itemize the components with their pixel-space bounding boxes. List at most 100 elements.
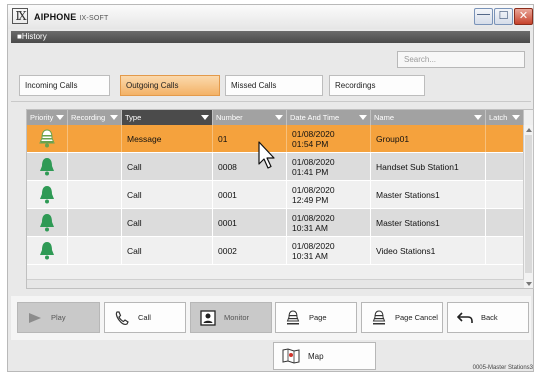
bell-icon xyxy=(40,241,54,259)
date-time-cell: 01/08/2020 12:49 PM xyxy=(287,181,371,208)
priority-cell xyxy=(27,209,68,236)
table-row[interactable]: Call 0001 01/08/2020 12:49 PM Master Sta… xyxy=(27,181,524,209)
station-label: 0005-Master Stations3 xyxy=(472,365,533,371)
tab-recordings[interactable]: Recordings xyxy=(329,75,425,96)
name-cell: Video Stations1 xyxy=(371,237,486,264)
latch-cell xyxy=(486,153,524,180)
date-text: 01/08/2020 xyxy=(292,184,335,195)
number-cell: 0001 xyxy=(213,181,287,208)
recording-cell xyxy=(68,209,122,236)
page-bell-icon xyxy=(284,309,302,326)
column-type[interactable]: Type xyxy=(122,110,213,125)
scroll-up-icon[interactable] xyxy=(526,128,532,132)
name-cell: Handset Sub Station1 xyxy=(371,153,486,180)
type-cell: Call xyxy=(122,209,213,236)
sort-arrow-icon xyxy=(110,115,118,120)
bell-icon xyxy=(40,157,54,175)
page-cancel-icon xyxy=(370,309,388,326)
sort-arrow-icon xyxy=(275,115,283,120)
tab-divider xyxy=(11,101,531,102)
latch-cell xyxy=(486,181,524,208)
horizontal-scrollbar[interactable] xyxy=(27,279,524,288)
type-cell: Call xyxy=(122,237,213,264)
date-text: 01/08/2020 xyxy=(292,212,335,223)
bell-icon xyxy=(40,185,54,203)
table-header: Priority Recording Type Number Date And … xyxy=(27,110,524,125)
sort-arrow-icon xyxy=(56,115,64,120)
number-cell: 0002 xyxy=(213,237,287,264)
column-number[interactable]: Number xyxy=(213,110,287,125)
maximize-icon: ☐ xyxy=(498,10,509,22)
section-title: ■History xyxy=(11,31,530,43)
scroll-down-icon[interactable] xyxy=(526,282,532,286)
minimize-icon: — xyxy=(477,6,490,21)
name-cell: Master Stations1 xyxy=(371,181,486,208)
date-text: 01/08/2020 xyxy=(292,156,335,167)
column-label: Recording xyxy=(71,113,106,122)
back-label: Back xyxy=(481,313,498,322)
date-text: 01/08/2020 xyxy=(292,128,335,139)
close-button[interactable]: ✕ xyxy=(514,8,533,25)
maximize-button[interactable]: ☐ xyxy=(494,8,513,25)
back-button[interactable]: Back xyxy=(447,302,529,333)
app-logo-icon: IX xyxy=(12,8,28,24)
back-arrow-icon xyxy=(456,310,474,326)
recording-cell xyxy=(68,125,122,152)
map-button[interactable]: Map xyxy=(273,342,376,370)
tab-outgoing-calls[interactable]: Outgoing Calls xyxy=(120,75,220,96)
table-row[interactable]: Call 0001 01/08/2020 10:31 AM Master Sta… xyxy=(27,209,524,237)
date-time-cell: 01/08/2020 01:41 PM xyxy=(287,153,371,180)
column-date-time[interactable]: Date And Time xyxy=(287,110,371,125)
vertical-scrollbar[interactable] xyxy=(523,125,533,288)
app-title-text: AIPHONE xyxy=(34,12,77,22)
page-cancel-button[interactable]: Page Cancel xyxy=(361,302,443,333)
recording-cell xyxy=(68,153,122,180)
time-text: 12:49 PM xyxy=(292,194,329,205)
call-button[interactable]: Call xyxy=(104,302,186,333)
time-text: 10:31 AM xyxy=(292,222,328,233)
tab-missed-calls[interactable]: Missed Calls xyxy=(225,75,323,96)
history-table: Priority Recording Type Number Date And … xyxy=(26,109,534,289)
table-row[interactable]: Call 0002 01/08/2020 10:31 AM Video Stat… xyxy=(27,237,524,265)
column-label: Latch xyxy=(489,113,508,122)
number-cell: 0001 xyxy=(213,209,287,236)
column-name[interactable]: Name xyxy=(371,110,486,125)
column-label: Type xyxy=(125,113,142,122)
date-time-cell: 01/08/2020 10:31 AM xyxy=(287,209,371,236)
play-button[interactable]: Play xyxy=(17,302,100,333)
type-cell: Call xyxy=(122,181,213,208)
app-title: AIPHONE IX-SOFT xyxy=(34,12,108,22)
column-recording[interactable]: Recording xyxy=(68,110,122,125)
map-label: Map xyxy=(308,351,324,361)
scroll-thumb[interactable] xyxy=(525,135,532,273)
column-priority[interactable]: Priority xyxy=(27,110,68,125)
sort-arrow-icon xyxy=(512,115,520,120)
search-input[interactable]: Search... xyxy=(397,51,525,68)
column-label: Priority xyxy=(30,113,54,122)
page-label: Page xyxy=(309,313,327,322)
mouse-cursor-icon xyxy=(258,141,275,169)
type-cell: Call xyxy=(122,153,213,180)
bell-icon xyxy=(40,213,54,231)
time-text: 10:31 AM xyxy=(292,250,328,261)
tab-incoming-calls[interactable]: Incoming Calls xyxy=(19,75,110,96)
map-icon xyxy=(282,348,300,364)
phone-icon xyxy=(113,310,131,326)
time-text: 01:54 PM xyxy=(292,138,329,149)
sort-arrow-icon xyxy=(474,115,482,120)
column-label: Number xyxy=(216,113,243,122)
monitor-button[interactable]: Monitor xyxy=(190,302,272,333)
column-label: Name xyxy=(374,113,395,122)
column-label: Date And Time xyxy=(290,113,340,122)
page-button[interactable]: Page xyxy=(275,302,357,333)
date-time-cell: 01/08/2020 10:31 AM xyxy=(287,237,371,264)
title-bar: IX AIPHONE IX-SOFT — ☐ ✕ xyxy=(8,5,533,29)
name-cell: Group01 xyxy=(371,125,486,152)
call-label: Call xyxy=(138,313,151,322)
page-cancel-label: Page Cancel xyxy=(395,313,438,322)
minimize-button[interactable]: — xyxy=(474,6,493,25)
recording-cell xyxy=(68,237,122,264)
column-latch[interactable]: Latch xyxy=(486,110,524,125)
close-icon: ✕ xyxy=(518,10,529,22)
recording-cell xyxy=(68,181,122,208)
